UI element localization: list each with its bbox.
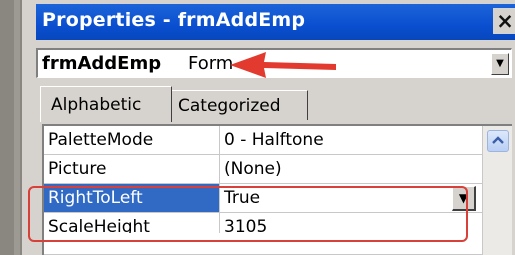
red-arrow-annotation (230, 52, 336, 78)
property-name: PaletteMode (44, 126, 220, 154)
property-value[interactable]: 0 - Halftone (224, 126, 324, 154)
property-grid: PaletteMode 0 - Halftone Picture (None) … (42, 124, 512, 255)
tab-alphabetic[interactable]: Alphabetic (40, 86, 172, 122)
property-name: RightToLeft (44, 184, 220, 212)
tab-categorized[interactable]: Categorized (172, 90, 308, 120)
properties-window: Properties - frmAddEmp × frmAddEmp Form … (28, 0, 515, 255)
gutter-edge (14, 0, 20, 255)
tab-strip: Alphabetic Categorized (36, 84, 515, 124)
scroll-up-button[interactable] (487, 130, 509, 152)
property-row-scaleheight[interactable]: ScaleHeight 3105 (44, 213, 482, 255)
property-value[interactable]: (None) (224, 155, 282, 183)
property-name: Picture (44, 155, 220, 183)
window-title: Properties - frmAddEmp (42, 9, 306, 31)
property-row-picture[interactable]: Picture (None) (44, 155, 482, 184)
left-gutter (0, 0, 22, 255)
vertical-scrollbar[interactable] (482, 126, 512, 255)
value-dropdown-button[interactable]: ▼ (452, 186, 476, 211)
property-value[interactable]: True (224, 184, 260, 212)
close-icon[interactable]: × (493, 8, 515, 34)
property-name: ScaleHeight (44, 213, 220, 233)
object-name: frmAddEmp (42, 53, 162, 74)
chevron-down-icon[interactable]: ▼ (491, 53, 509, 75)
object-type: Form (188, 53, 234, 74)
property-value[interactable]: 3105 (224, 213, 267, 237)
property-row-righttoleft[interactable]: RightToLeft True ▼ (44, 184, 482, 213)
chevron-up-icon (492, 136, 504, 144)
title-bar[interactable]: Properties - frmAddEmp × (36, 4, 515, 40)
property-row-palettemode[interactable]: PaletteMode 0 - Halftone (44, 126, 482, 155)
